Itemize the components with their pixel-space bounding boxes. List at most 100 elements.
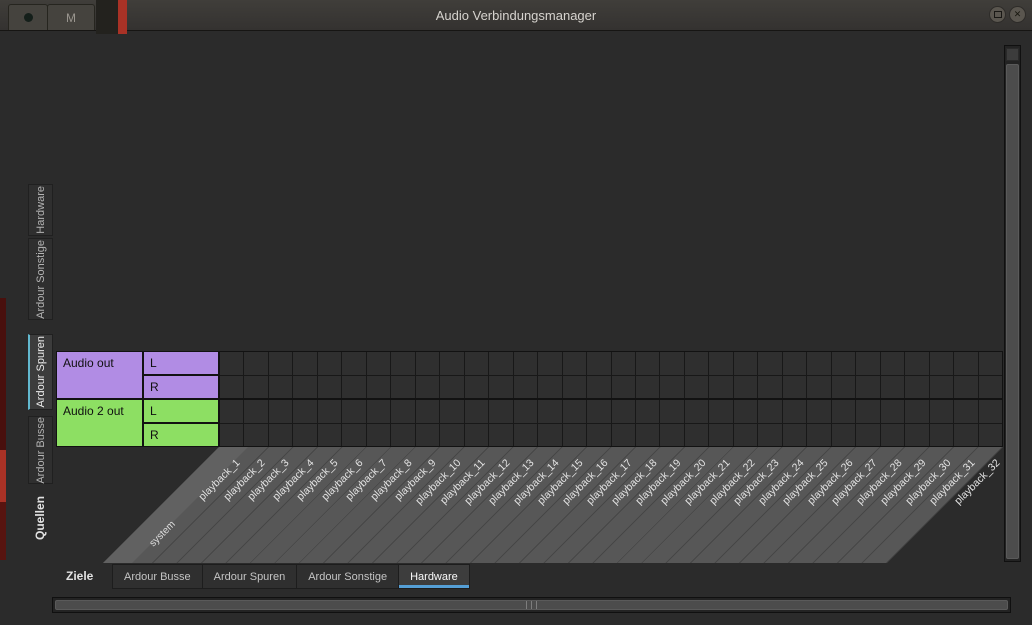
matrix-cell[interactable]: [563, 400, 586, 423]
matrix-cell[interactable]: [954, 400, 977, 423]
matrix-cell[interactable]: [269, 400, 292, 423]
matrix-cell[interactable]: [244, 424, 267, 447]
matrix-cell[interactable]: [538, 376, 561, 399]
matrix-cell[interactable]: [318, 424, 341, 447]
matrix-cell[interactable]: [807, 424, 830, 447]
matrix-cell[interactable]: [489, 376, 512, 399]
matrix-cell[interactable]: [954, 424, 977, 447]
matrix-cell[interactable]: [783, 424, 806, 447]
matrix-cell[interactable]: [660, 376, 683, 399]
matrix-cell[interactable]: [489, 424, 512, 447]
horizontal-scrollbar-handle[interactable]: [55, 600, 1008, 610]
matrix-cell[interactable]: [220, 424, 243, 447]
matrix-cell[interactable]: [636, 376, 659, 399]
matrix-cell[interactable]: [220, 400, 243, 423]
matrix-cell[interactable]: [465, 376, 488, 399]
matrix-cell[interactable]: [244, 352, 267, 375]
matrix-cell[interactable]: [318, 376, 341, 399]
matrix-cell[interactable]: [905, 376, 928, 399]
matrix-cell[interactable]: [758, 424, 781, 447]
unmaximize-button[interactable]: [989, 6, 1006, 23]
matrix-cell[interactable]: [783, 352, 806, 375]
matrix-cell[interactable]: [807, 376, 830, 399]
vertical-scrollbar-stepper[interactable]: [1006, 48, 1019, 61]
matrix-cell[interactable]: [318, 352, 341, 375]
matrix-cell[interactable]: [342, 352, 365, 375]
matrix-cell[interactable]: [269, 352, 292, 375]
matrix-cell[interactable]: [758, 352, 781, 375]
matrix-cell[interactable]: [734, 376, 757, 399]
matrix-cell[interactable]: [660, 424, 683, 447]
matrix-cell[interactable]: [367, 424, 390, 447]
matrix-cell[interactable]: [416, 424, 439, 447]
titlebar[interactable]: Audio Verbindungsmanager ✕: [0, 0, 1032, 31]
matrix-cell[interactable]: [342, 424, 365, 447]
matrix-cell[interactable]: [832, 400, 855, 423]
close-button[interactable]: ✕: [1009, 6, 1026, 23]
matrix-cell[interactable]: [954, 376, 977, 399]
matrix-cell[interactable]: [318, 400, 341, 423]
matrix-cell[interactable]: [685, 424, 708, 447]
matrix-cell[interactable]: [734, 424, 757, 447]
matrix-cell[interactable]: [587, 400, 610, 423]
channel-label[interactable]: R: [143, 375, 219, 399]
matrix-cell[interactable]: [465, 352, 488, 375]
matrix-cell[interactable]: [489, 352, 512, 375]
matrix-cell[interactable]: [367, 400, 390, 423]
matrix-cell[interactable]: [342, 376, 365, 399]
matrix-cell[interactable]: [587, 376, 610, 399]
matrix-cell[interactable]: [758, 400, 781, 423]
matrix-cell[interactable]: [514, 400, 537, 423]
matrix-cell[interactable]: [391, 400, 414, 423]
matrix-cell[interactable]: [416, 400, 439, 423]
matrix-cell[interactable]: [758, 376, 781, 399]
matrix-cell[interactable]: [734, 352, 757, 375]
matrix-cell[interactable]: [489, 400, 512, 423]
source-tab-ardour-sonstige[interactable]: Ardour Sonstige: [28, 238, 53, 320]
matrix-cell[interactable]: [465, 400, 488, 423]
horizontal-scrollbar[interactable]: [52, 597, 1011, 613]
matrix-cell[interactable]: [293, 400, 316, 423]
matrix-cell[interactable]: [856, 424, 879, 447]
matrix-cell[interactable]: [930, 352, 953, 375]
matrix-cell[interactable]: [220, 376, 243, 399]
matrix-cell[interactable]: [709, 400, 732, 423]
matrix-cell[interactable]: [881, 400, 904, 423]
matrix-cell[interactable]: [367, 352, 390, 375]
matrix-cell[interactable]: [979, 400, 1002, 423]
matrix-cell[interactable]: [391, 424, 414, 447]
dest-tab-hardware[interactable]: Hardware: [399, 564, 470, 589]
matrix-cell[interactable]: [636, 352, 659, 375]
source-tab-ardour-spuren[interactable]: Ardour Spuren: [28, 334, 53, 410]
matrix-cell[interactable]: [538, 424, 561, 447]
matrix-cell[interactable]: [416, 352, 439, 375]
matrix-cell[interactable]: [269, 424, 292, 447]
matrix-cell[interactable]: [391, 376, 414, 399]
matrix-cell[interactable]: [612, 352, 635, 375]
matrix-cell[interactable]: [709, 376, 732, 399]
matrix-cell[interactable]: [660, 400, 683, 423]
matrix-cell[interactable]: [709, 424, 732, 447]
matrix-cell[interactable]: [832, 424, 855, 447]
matrix-cell[interactable]: [954, 352, 977, 375]
dest-tab-ardour-busse[interactable]: Ardour Busse: [112, 564, 203, 589]
matrix-cell[interactable]: [538, 400, 561, 423]
matrix-cell[interactable]: [440, 352, 463, 375]
dest-tab-ardour-spuren[interactable]: Ardour Spuren: [203, 564, 298, 589]
matrix-cell[interactable]: [905, 352, 928, 375]
matrix-cell[interactable]: [440, 400, 463, 423]
matrix-cell[interactable]: [563, 376, 586, 399]
matrix-cell[interactable]: [293, 376, 316, 399]
matrix-cell[interactable]: [930, 400, 953, 423]
matrix-cell[interactable]: [660, 352, 683, 375]
matrix-cell[interactable]: [220, 352, 243, 375]
source-tab-hardware[interactable]: Hardware: [28, 184, 53, 236]
vertical-scrollbar[interactable]: [1004, 45, 1021, 562]
matrix-cell[interactable]: [685, 400, 708, 423]
matrix-cell[interactable]: [856, 400, 879, 423]
matrix-cell[interactable]: [612, 400, 635, 423]
dest-tab-ardour-sonstige[interactable]: Ardour Sonstige: [297, 564, 399, 589]
matrix-cell[interactable]: [636, 400, 659, 423]
matrix-cell[interactable]: [832, 352, 855, 375]
matrix-cell[interactable]: [416, 376, 439, 399]
